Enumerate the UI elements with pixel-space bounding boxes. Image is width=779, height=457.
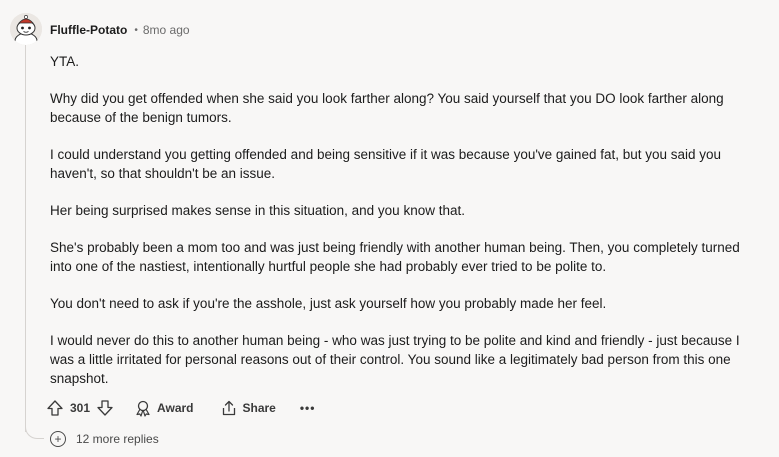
more-replies-label: 12 more replies: [76, 432, 159, 446]
thread-line[interactable]: [25, 44, 26, 432]
comment-paragraph: I would never do this to another human b…: [50, 333, 740, 386]
comment-paragraph: She's probably been a mom too and was ju…: [50, 240, 740, 274]
more-replies-link[interactable]: + 12 more replies: [50, 429, 159, 449]
more-options-button[interactable]: •••: [300, 401, 316, 415]
comment-paragraph: I could understand you getting offended …: [50, 147, 722, 181]
comment-actions: 301 Award Share •••: [46, 396, 315, 420]
share-button[interactable]: Share: [220, 399, 276, 417]
share-label: Share: [242, 401, 276, 415]
share-arrow-icon: [222, 400, 235, 416]
timestamp[interactable]: 8mo ago: [143, 23, 190, 37]
comment-paragraph: You don't need to ask if you're the assh…: [50, 296, 607, 311]
username-link[interactable]: Fluffle-Potato: [50, 23, 127, 37]
thread-connector: [25, 422, 44, 439]
more-dots-icon: •••: [299, 401, 316, 415]
avatar[interactable]: [10, 13, 42, 45]
comment-paragraph: YTA.: [50, 54, 80, 69]
award-label: Award: [157, 401, 194, 415]
upvote-button[interactable]: [46, 399, 64, 417]
downvote-arrow-icon: [97, 400, 113, 416]
comment-paragraph: Her being surprised makes sense in this …: [50, 203, 465, 218]
comment-paragraph: Why did you get offended when she said y…: [50, 91, 724, 125]
award-ribbon-icon: [136, 400, 150, 417]
comment-body: YTA. Why did you get offended when she s…: [50, 52, 760, 406]
comment-header: Fluffle-Potato • 8mo ago: [50, 21, 190, 39]
downvote-button[interactable]: [96, 399, 114, 417]
separator-dot: •: [134, 24, 138, 36]
award-button[interactable]: Award: [134, 399, 194, 417]
vote-score: 301: [70, 401, 91, 415]
snoo-avatar-icon: [10, 13, 42, 45]
upvote-arrow-icon: [47, 400, 63, 416]
plus-circle-icon: +: [50, 431, 66, 447]
